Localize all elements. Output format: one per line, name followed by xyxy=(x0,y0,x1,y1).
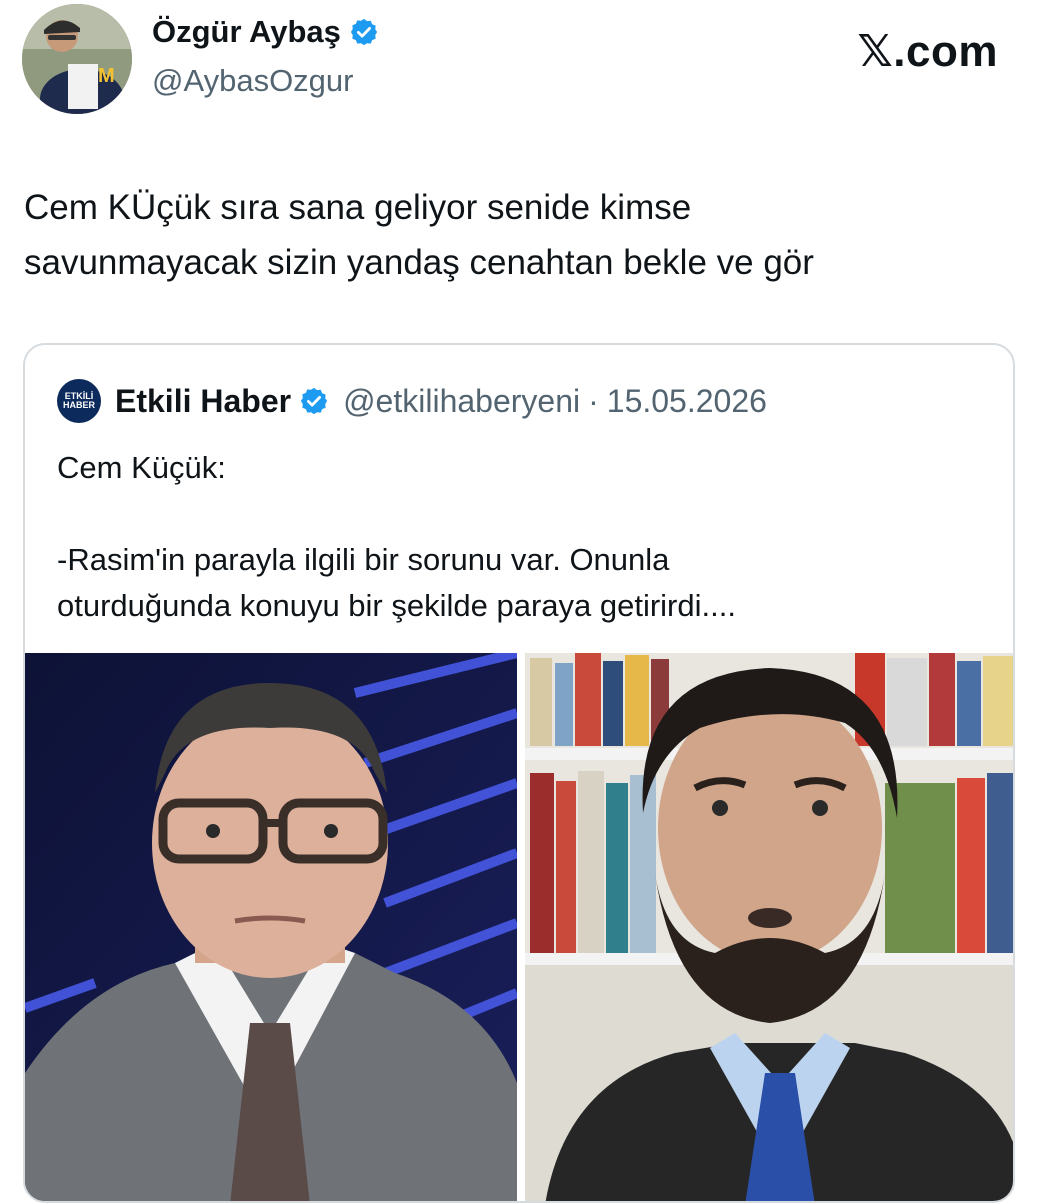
photo-man-glasses-studio[interactable] xyxy=(25,653,517,1201)
author-display-name[interactable]: Özgür Aybaş xyxy=(152,14,379,50)
quoted-line: -Rasim'in parayla ilgili bir sorunu var.… xyxy=(57,542,670,577)
separator-dot: · xyxy=(588,382,599,419)
quoted-author-logo[interactable]: ETKİLİ HABER xyxy=(57,379,101,423)
quoted-tweet-header: ETKİLİ HABER Etkili Haber @etkilihaberye… xyxy=(57,379,767,423)
quoted-tweet-card[interactable]: ETKİLİ HABER Etkili Haber @etkilihaberye… xyxy=(23,343,1015,1203)
author-name-text[interactable]: Özgür Aybaş xyxy=(152,14,341,50)
verified-badge-icon xyxy=(350,18,378,46)
tweet-line: savunmayacak sizin yandaş cenahtan bekle… xyxy=(24,243,814,282)
quoted-author-handle[interactable]: @etkilihaberyeni xyxy=(343,383,580,420)
x-com-logo: 𝕏.com xyxy=(857,27,998,76)
quoted-author-name[interactable]: Etkili Haber xyxy=(115,383,291,420)
photo-man-beard-bookshelf[interactable] xyxy=(525,653,1013,1201)
quoted-line: Cem Küçük: xyxy=(57,450,226,485)
tweet-text: Cem KÜçük sıra sana geliyor senide kimse… xyxy=(24,180,1014,290)
tweet-line: Cem KÜçük sıra sana geliyor senide kimse xyxy=(24,188,692,227)
verified-badge-icon xyxy=(300,387,328,415)
svg-text:M: M xyxy=(98,65,115,87)
quoted-media xyxy=(25,653,1013,1201)
quoted-tweet-text: Cem Küçük: -Rasim'in parayla ilgili bir … xyxy=(57,445,987,629)
quoted-line: oturduğunda konuyu bir şekilde paraya ge… xyxy=(57,588,736,623)
quoted-date[interactable]: 15.05.2026 xyxy=(607,383,767,420)
author-avatar[interactable]: M xyxy=(22,4,132,114)
author-handle[interactable]: @AybasOzgur xyxy=(152,63,354,99)
quoted-blank-line xyxy=(57,491,987,537)
